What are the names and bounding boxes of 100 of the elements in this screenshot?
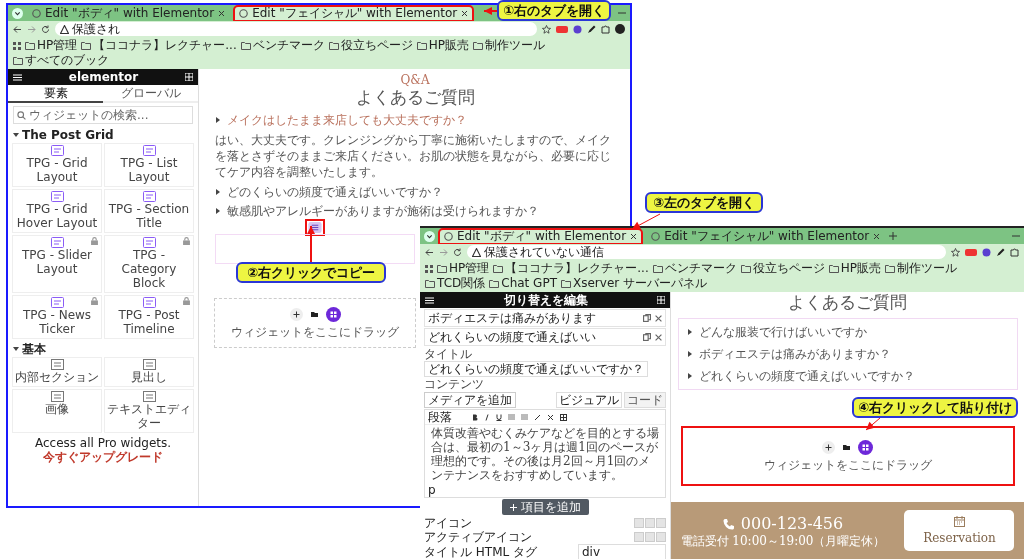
bookmark[interactable]: 【ココナラ】レクチャー... (493, 261, 649, 276)
copy-icon[interactable] (643, 314, 651, 322)
back-icon[interactable] (425, 247, 434, 257)
new-tab-icon[interactable] (889, 232, 898, 240)
star-icon[interactable] (542, 24, 551, 34)
bookmark[interactable]: 役立ちページ (740, 261, 825, 276)
repeater-item[interactable]: どれくらいの頻度で通えばいい (424, 328, 666, 346)
widget-tile[interactable]: TPG - Post Timeline (104, 295, 194, 339)
close-icon[interactable] (655, 333, 662, 341)
section-title[interactable]: 基本 (22, 342, 46, 356)
star-icon[interactable] (951, 247, 960, 257)
bookmark[interactable]: ベンチマーク (652, 261, 737, 276)
widget-tile[interactable]: TPG - Section Title (104, 189, 194, 233)
browser-tab[interactable]: Edit "フェイシャル" with Elementor (646, 228, 886, 244)
upgrade-link[interactable]: 今すぐアップグレード (43, 450, 163, 464)
apps-icon[interactable] (425, 264, 433, 273)
editor-tab[interactable]: ビジュアル (556, 392, 622, 408)
underline-icon[interactable] (496, 413, 502, 421)
add-icon[interactable] (822, 441, 835, 454)
widgets-icon[interactable] (325, 307, 341, 322)
title-field[interactable]: どれくらいの頻度で通えばいいですか？ (424, 361, 648, 377)
faq-question[interactable]: どれくらいの頻度で通えばいいですか？ (698, 369, 915, 383)
search-field[interactable]: ウィジェットの検索... (13, 106, 193, 124)
bookmark[interactable]: TCD関係 (425, 276, 486, 291)
bookmark[interactable]: すべてのブック (13, 53, 109, 68)
extension-icon[interactable] (573, 24, 582, 34)
bookmark[interactable]: Chat GPT (489, 276, 557, 291)
add-icon[interactable] (289, 308, 303, 321)
extension-icon[interactable] (982, 247, 991, 257)
panel-tab[interactable]: 要素 (8, 85, 103, 103)
bookmark[interactable]: HP販売 (416, 38, 469, 53)
bookmark[interactable]: ベンチマーク (240, 38, 325, 53)
widget-tile[interactable]: TPG - Slider Layout (12, 235, 102, 293)
bookmark[interactable]: HP販売 (828, 261, 881, 276)
reload-icon[interactable] (41, 24, 50, 34)
text-editor[interactable]: 段落 体質改善やむくみケアなどを目的とする場合は、最初の1～3ヶ月は週1回のペースが理想的です。その後は月2回～月1回のメンテナンスをおすすめしています。 p (424, 409, 666, 498)
address-field[interactable]: 保護されていない通信 (467, 245, 946, 259)
avatar-icon[interactable] (615, 24, 625, 34)
close-icon[interactable] (218, 9, 226, 17)
link-icon[interactable] (534, 413, 541, 421)
editor-tab[interactable]: コード (624, 392, 666, 408)
select-field[interactable]: div (578, 544, 666, 559)
widget-tile[interactable]: TPG - News Ticker (12, 295, 102, 339)
browser-tab[interactable]: Edit "ボディ" with Elementor (439, 228, 643, 244)
reload-icon[interactable] (453, 247, 462, 257)
menu-icon[interactable] (13, 73, 22, 81)
pen-icon[interactable] (996, 247, 1005, 257)
bold-icon[interactable] (472, 413, 478, 421)
bookmark[interactable]: HP管理 (25, 38, 78, 53)
back-icon[interactable] (13, 24, 22, 34)
bookmark[interactable]: 【ココナラ】レクチャー... (81, 38, 237, 53)
faq-question[interactable]: どのくらいの頻度で通えばいいですか？ (227, 185, 443, 199)
bookmark[interactable]: HP管理 (437, 261, 490, 276)
add-item-button[interactable]: 項目を追加 (501, 499, 589, 515)
copy-icon[interactable] (643, 333, 651, 341)
faq-question[interactable]: メイクはしたまま来店しても大丈夫ですか？ (227, 113, 467, 127)
close-icon[interactable] (547, 413, 554, 421)
panel-tab[interactable]: グローバル (103, 85, 198, 103)
italic-icon[interactable] (484, 413, 490, 421)
browser-tab[interactable]: Edit "フェイシャル" with Elementor (234, 5, 474, 21)
pen-icon[interactable] (587, 24, 596, 34)
menu-icon[interactable] (425, 296, 434, 304)
grid-icon[interactable] (657, 296, 665, 304)
reservation-button[interactable]: Reservation (904, 510, 1015, 551)
widget-tile[interactable]: 画像 (12, 389, 102, 433)
bookmark[interactable]: 制作ツール (885, 261, 957, 276)
widget-tile[interactable]: TPG - List Layout (104, 143, 194, 187)
widget-tile[interactable]: TPG - Category Block (104, 235, 194, 293)
bookmark[interactable]: 役立ちページ (328, 38, 413, 53)
drop-zone[interactable]: ウィジェットをここにドラッグ (680, 426, 1015, 486)
widget-tile[interactable]: テキストエディター (104, 389, 194, 433)
widget-tile[interactable]: TPG - Grid Layout (12, 143, 102, 187)
close-icon[interactable] (655, 314, 662, 322)
tab-list-icon[interactable] (424, 230, 435, 242)
close-icon[interactable] (461, 9, 469, 17)
section-title[interactable]: The Post Grid (22, 128, 114, 142)
drop-zone[interactable]: ウィジェットをここにドラッグ (214, 298, 416, 348)
repeater-item[interactable]: ボディエステは痛みがあります (424, 309, 666, 327)
grid-icon[interactable] (185, 73, 193, 81)
faq-question[interactable]: ボディエステは痛みがありますか？ (698, 347, 891, 361)
format-dropdown[interactable]: 段落 (428, 410, 452, 424)
widget-tile[interactable]: 見出し (104, 357, 194, 387)
faq-question[interactable]: 敏感肌やアレルギーがありますが施術は受けられますか？ (227, 204, 539, 218)
address-field[interactable]: 保護され (55, 22, 537, 36)
add-media-button[interactable]: メディアを追加 (424, 392, 516, 408)
faq-question[interactable]: どんな服装で行けばいいですか (698, 325, 867, 339)
close-icon[interactable] (630, 232, 638, 240)
tab-list-icon[interactable] (12, 7, 23, 19)
apps-icon[interactable] (13, 41, 21, 50)
browser-tab[interactable]: Edit "ボディ" with Elementor (27, 5, 231, 21)
bookmark[interactable]: 制作ツール (473, 38, 545, 53)
bookmark[interactable]: Xserver サーバーパネル (561, 276, 707, 291)
drag-handle-icon[interactable] (308, 222, 322, 233)
extension-icon[interactable] (965, 247, 977, 257)
widgets-icon[interactable] (858, 440, 873, 455)
widget-tile[interactable]: TPG - Grid Hover Layout (12, 189, 102, 233)
table-icon[interactable] (560, 413, 567, 421)
close-icon[interactable] (873, 232, 881, 240)
widget-tile[interactable]: 内部セクション (12, 357, 102, 387)
extension-icon[interactable] (556, 24, 568, 34)
